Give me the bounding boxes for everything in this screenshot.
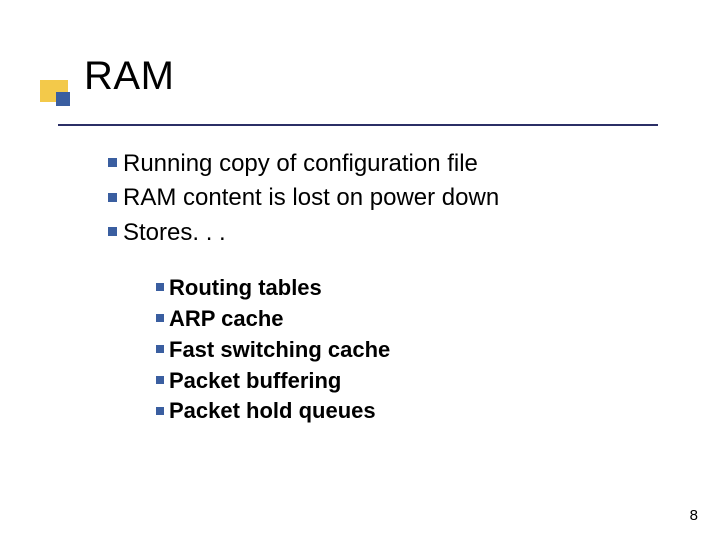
title-underline <box>58 124 658 126</box>
bullet-text: RAM content is lost on power down <box>123 184 499 211</box>
slide-title: RAM <box>84 54 174 99</box>
square-bullet-icon <box>156 283 164 291</box>
bullet-text: Routing tables <box>169 275 322 300</box>
slide: RAM Running copy of configuration file R… <box>0 0 720 540</box>
square-bullet-icon <box>108 158 117 167</box>
bullet-lvl2: Fast switching cache <box>156 335 668 366</box>
bullet-lvl2: Packet hold queues <box>156 396 668 427</box>
square-bullet-icon <box>156 314 164 322</box>
square-bullet-icon <box>156 376 164 384</box>
bullet-text: Stores. . . <box>123 219 226 246</box>
title-decoration <box>40 80 76 116</box>
sub-bullets: Routing tables ARP cache Fast switching … <box>156 273 668 427</box>
square-bullet-icon <box>156 407 164 415</box>
bullet-text: ARP cache <box>169 306 284 331</box>
bullet-lvl2: Packet buffering <box>156 366 668 397</box>
slide-body: Running copy of configuration file RAM c… <box>108 148 668 427</box>
bullet-text: Running copy of configuration file <box>123 150 478 177</box>
bullet-lvl2: Routing tables <box>156 273 668 304</box>
square-bullet-icon <box>156 345 164 353</box>
square-bullet-icon <box>108 227 117 236</box>
bullet-lvl1: RAM content is lost on power down <box>108 182 668 214</box>
square-bullet-icon <box>108 193 117 202</box>
bullet-text: Packet hold queues <box>169 398 376 423</box>
deco-blue-square <box>56 92 70 106</box>
bullet-lvl2: ARP cache <box>156 304 668 335</box>
bullet-text: Packet buffering <box>169 368 341 393</box>
bullet-lvl1: Stores. . . <box>108 217 668 249</box>
page-number: 8 <box>690 507 698 524</box>
bullet-text: Fast switching cache <box>169 337 390 362</box>
bullet-lvl1: Running copy of configuration file <box>108 148 668 180</box>
